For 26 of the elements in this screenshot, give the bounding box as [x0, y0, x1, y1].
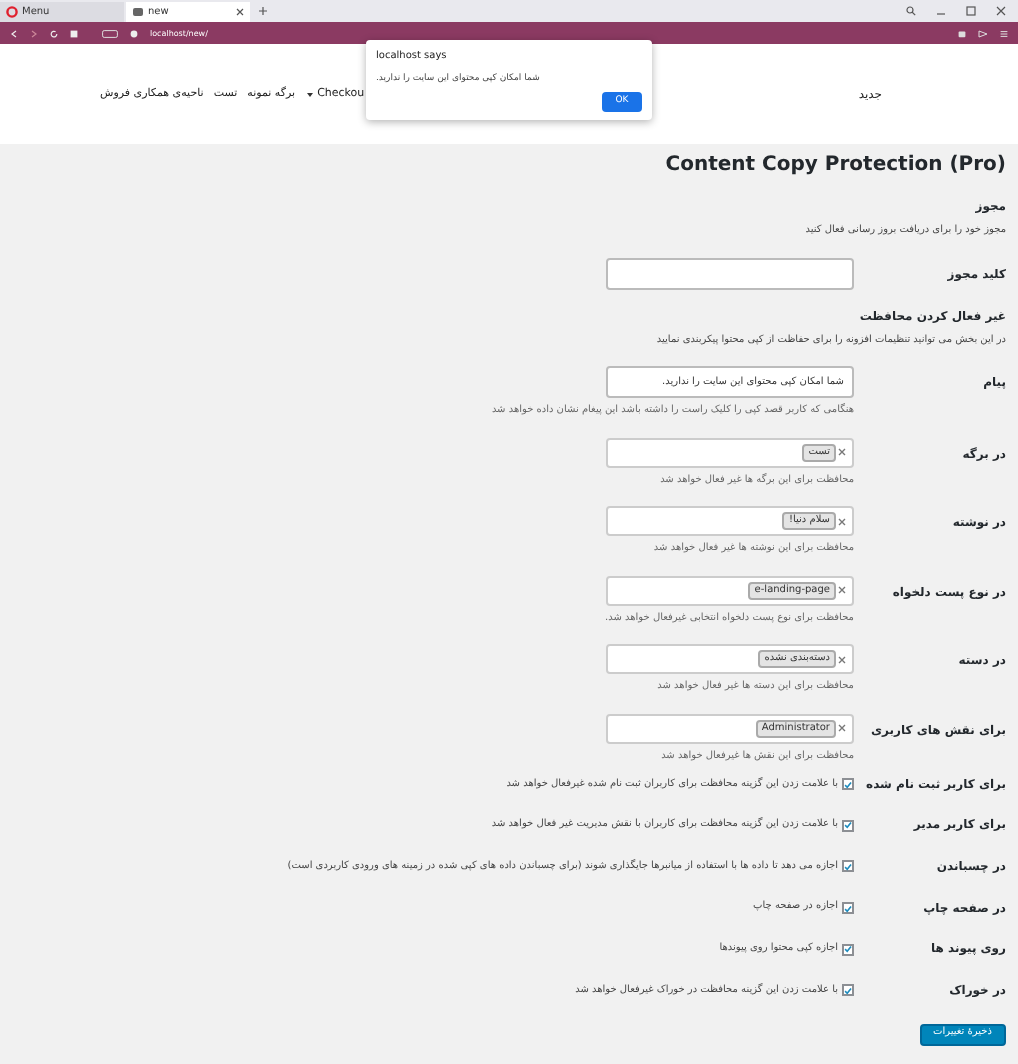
cross-icon[interactable] — [838, 448, 846, 456]
close-icon[interactable] — [236, 8, 244, 16]
text-field[interactable] — [606, 257, 854, 289]
browser-logo-icon — [6, 6, 18, 18]
cross-icon[interactable] — [838, 724, 846, 732]
cross-icon[interactable] — [838, 586, 846, 594]
checkbox[interactable] — [842, 819, 854, 832]
cross-icon[interactable] — [838, 655, 846, 663]
forward-icon[interactable] — [30, 29, 38, 37]
checkbox[interactable] — [842, 984, 854, 997]
back-icon[interactable] — [10, 29, 18, 37]
search-icon[interactable] — [906, 6, 916, 16]
caret-icon — [305, 91, 314, 97]
new-tab-icon[interactable] — [258, 6, 268, 16]
page-title: Content Copy Protection (Pro) — [665, 152, 1006, 180]
page-icon — [132, 6, 144, 18]
checkbox[interactable] — [842, 860, 854, 873]
menu-icon[interactable] — [1000, 29, 1008, 37]
maximize-icon[interactable] — [966, 6, 976, 16]
checkbox[interactable] — [842, 902, 854, 915]
send-icon[interactable] — [978, 29, 988, 37]
close-icon[interactable] — [996, 6, 1006, 16]
checkbox[interactable] — [842, 943, 854, 956]
reload-icon[interactable] — [50, 29, 58, 37]
checkbox[interactable] — [842, 778, 854, 791]
cross-icon[interactable] — [838, 517, 846, 525]
